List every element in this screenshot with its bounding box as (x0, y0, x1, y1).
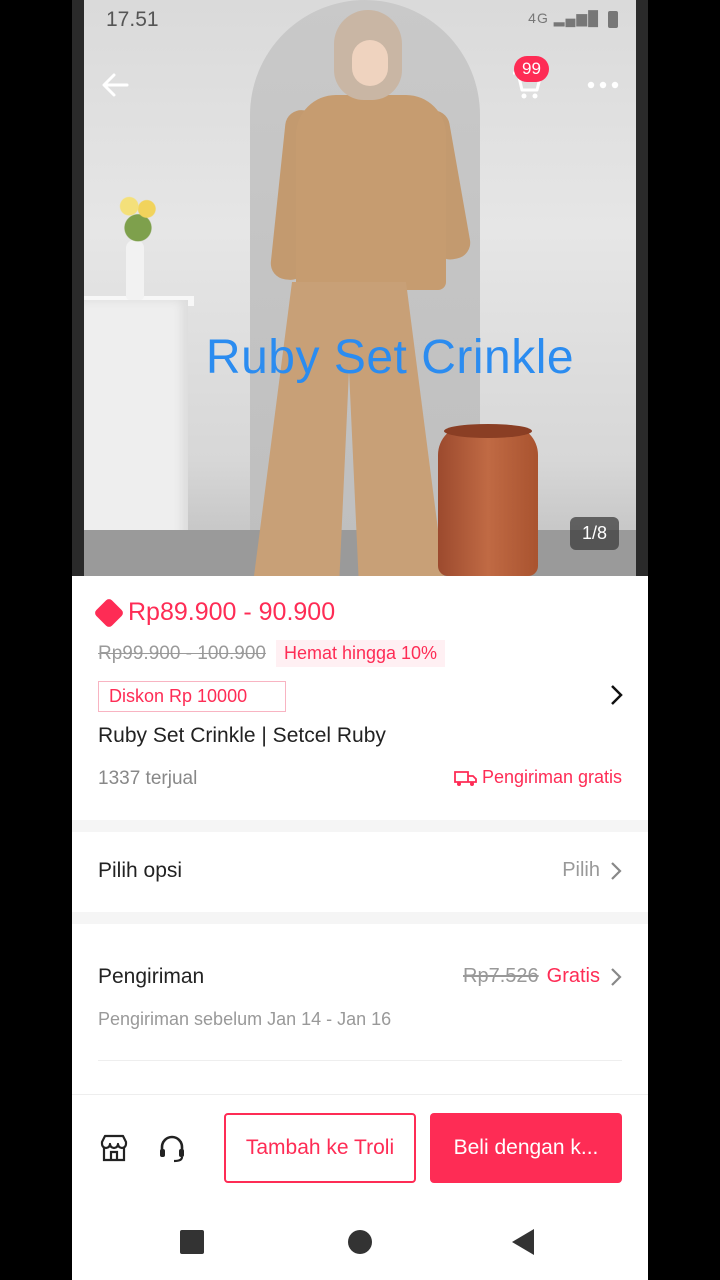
shipping-free-label: Gratis (546, 965, 600, 987)
product-image-overlay-text: Ruby Set Crinkle (205, 331, 575, 384)
more-button[interactable] (580, 62, 626, 108)
shipping-price[interactable]: Rp7.526 Gratis (463, 965, 622, 988)
price-range: Rp89.900 - 90.900 (128, 598, 336, 626)
shipping-label[interactable]: Pengiriman (98, 965, 204, 989)
battery-icon (608, 10, 618, 28)
image-counter: 1/8 (570, 517, 620, 550)
divider (72, 912, 648, 924)
product-title: Ruby Set Crinkle | Setcel Ruby (98, 724, 386, 747)
app-frame: Ruby Set Crinkle 1/8 17.51 4G ▂▄▆█ 99 Rp… (72, 0, 648, 1280)
chevron-right-icon (611, 685, 623, 705)
options-action: Pilih (562, 859, 600, 881)
flash-sale-icon (93, 596, 125, 629)
options-label[interactable]: Pilih opsi (98, 859, 182, 883)
savings-badge: Hemat hingga 10% (275, 640, 446, 667)
back-button[interactable] (92, 62, 138, 108)
free-shipping-badge: Pengiriman gratis (454, 767, 622, 788)
home-icon[interactable] (348, 1230, 372, 1254)
store-icon (100, 1134, 128, 1162)
more-icon (587, 81, 619, 89)
status-time: 17.51 (106, 8, 159, 31)
original-price: Rp99.900 - 100.900 (98, 642, 266, 664)
divider (98, 1060, 622, 1061)
network-type: 4G (528, 10, 549, 26)
signal-icon: ▂▄▆█ (553, 10, 600, 26)
product-image[interactable]: Ruby Set Crinkle 1/8 (72, 0, 648, 576)
free-shipping-label: Pengiriman gratis (481, 767, 622, 787)
arrow-left-icon (102, 73, 129, 97)
cart-count-badge: 99 (514, 56, 549, 82)
add-to-cart-button[interactable]: Tambah ke Troli (224, 1113, 416, 1183)
shipping-old-price: Rp7.526 (463, 965, 539, 987)
headset-icon (160, 1135, 184, 1163)
chevron-right-icon (611, 967, 622, 986)
options-select[interactable]: Pilih (562, 859, 622, 882)
truck-icon (454, 770, 477, 786)
status-icons: 4G ▂▄▆█ (528, 10, 618, 28)
price-row: Rp89.900 - 90.900 (93, 596, 336, 629)
buy-button[interactable]: Beli dengan k... (430, 1113, 622, 1183)
customer-service-button[interactable] (154, 1130, 190, 1166)
chevron-right-icon (611, 861, 622, 880)
shipping-eta: Pengiriman sebelum Jan 14 - Jan 16 (98, 1009, 392, 1029)
back-triangle-icon[interactable] (512, 1229, 534, 1255)
coupon-badge[interactable]: Diskon Rp 10000 (98, 681, 286, 712)
original-price-row: Rp99.900 - 100.900 Hemat hingga 10% (98, 640, 446, 667)
divider (72, 820, 648, 832)
shop-button[interactable] (96, 1130, 132, 1166)
coupon-chevron[interactable] (604, 682, 628, 708)
sold-count: 1337 terjual (98, 768, 198, 789)
recent-apps-icon[interactable] (180, 1230, 204, 1254)
